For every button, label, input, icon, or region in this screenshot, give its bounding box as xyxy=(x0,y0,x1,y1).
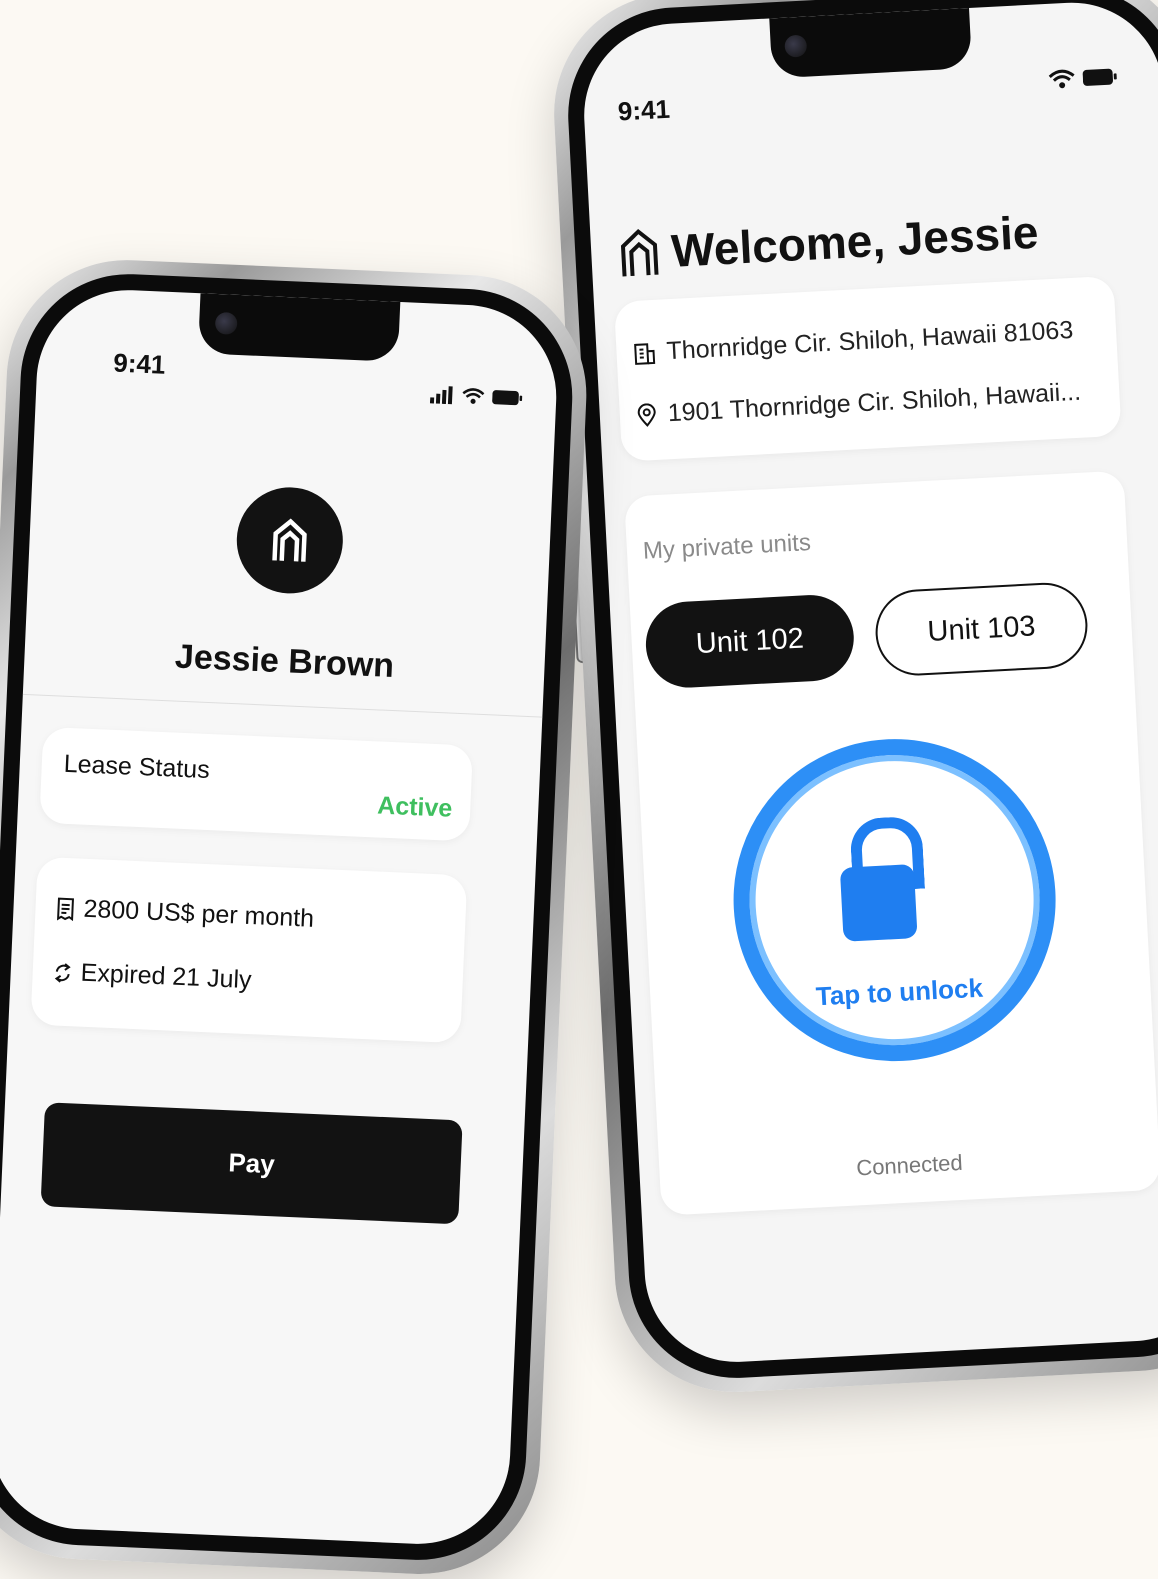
camera xyxy=(214,311,238,335)
lease-status-label: Lease Status xyxy=(63,749,211,785)
profile-name: Jessie Brown xyxy=(174,637,395,686)
phone-left: 9:41 Jessie Brown Lease Status Active 28… xyxy=(0,255,592,1579)
phone-right: 9:41 Welcome, Jessie Thornridge Cir. Shi… xyxy=(548,0,1158,1399)
notch xyxy=(197,293,401,362)
camera xyxy=(784,34,808,58)
status-icons xyxy=(429,385,523,407)
location-pin-icon xyxy=(637,402,656,427)
expiry-text: Expired 21 July xyxy=(80,958,253,995)
lease-status-card: Lease Status Active xyxy=(39,726,474,842)
signal-icon xyxy=(429,386,453,405)
unit-102-button[interactable]: Unit 102 xyxy=(643,592,856,690)
profile-screen: 9:41 Jessie Brown Lease Status Active 28… xyxy=(0,286,561,1548)
building-icon xyxy=(634,342,656,365)
units-label: My private units xyxy=(642,529,812,565)
wifi-icon xyxy=(462,388,485,404)
battery-icon xyxy=(1082,68,1117,86)
pay-button[interactable]: Pay xyxy=(40,1102,463,1225)
notch xyxy=(769,7,973,79)
building-row: Thornridge Cir. Shiloh, Hawaii 81063 xyxy=(632,316,1074,368)
welcome-heading: Welcome, Jessie xyxy=(618,205,1040,281)
refresh-icon xyxy=(54,962,71,983)
wifi-icon xyxy=(1048,69,1075,89)
home-logo-icon xyxy=(620,228,659,277)
avatar[interactable] xyxy=(234,485,346,596)
rent-row: 2800 US$ per month xyxy=(55,894,315,934)
status-time: 9:41 xyxy=(617,93,671,127)
building-name: Thornridge Cir. Shiloh, Hawaii 81063 xyxy=(665,315,1074,366)
expiry-row: Expired 21 July xyxy=(52,957,252,995)
property-card[interactable]: Thornridge Cir. Shiloh, Hawaii 81063 190… xyxy=(613,275,1122,462)
unlock-button[interactable]: Tap to unlock xyxy=(725,730,1064,1070)
home-logo-icon xyxy=(272,518,307,562)
lease-details-card: 2800 US$ per month Expired 21 July xyxy=(30,856,468,1044)
status-time: 9:41 xyxy=(112,347,167,380)
welcome-title: Welcome, Jessie xyxy=(669,205,1040,277)
battery-icon xyxy=(492,390,523,406)
units-card: My private units Unit 102 Unit 103 Tap t… xyxy=(624,470,1158,1216)
address-text: 1901 Thornridge Cir. Shiloh, Hawaii... xyxy=(667,377,1082,428)
status-icons xyxy=(1048,66,1117,90)
lease-status-value: Active xyxy=(376,791,453,823)
address-row: 1901 Thornridge Cir. Shiloh, Hawaii... xyxy=(635,378,1082,430)
connection-status: Connected xyxy=(855,1149,964,1181)
divider xyxy=(22,693,543,718)
rent-text: 2800 US$ per month xyxy=(82,894,315,933)
welcome-screen: 9:41 Welcome, Jessie Thornridge Cir. Shi… xyxy=(579,0,1158,1367)
receipt-icon xyxy=(57,897,75,921)
lock-icon xyxy=(839,864,918,942)
unit-103-button[interactable]: Unit 103 xyxy=(873,580,1090,678)
unlock-label: Tap to unlock xyxy=(815,972,984,1012)
